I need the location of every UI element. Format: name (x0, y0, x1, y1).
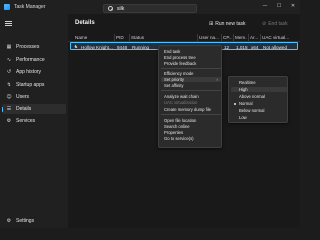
run-task-icon: ⊞ (209, 20, 214, 27)
details-icon: ☰ (6, 106, 12, 112)
sidebar-item-processes[interactable]: ▦ Processes (2, 42, 66, 52)
hollow-knight-icon: ♞ (74, 44, 79, 50)
column-header-cpu[interactable]: CP... (223, 35, 232, 40)
priority-normal[interactable]: Normal (239, 101, 253, 106)
run-new-task-button[interactable]: ⊞ Run new task (209, 19, 246, 28)
search-input[interactable]: silk (117, 6, 124, 12)
task-manager-icon (4, 4, 10, 10)
column-header-pid[interactable]: PID (116, 35, 128, 40)
menu-item-end-process-tree[interactable]: End process tree (164, 55, 196, 60)
sidebar-item-details[interactable]: ☰ Details (2, 104, 66, 114)
close-button[interactable]: ✕ (286, 0, 300, 12)
maximize-button[interactable]: ☐ (272, 0, 286, 12)
menu-item-analyze-wait-chain[interactable]: Analyze wait chain (164, 94, 199, 99)
cell-pid: 9448 (117, 44, 128, 50)
priority-realtime[interactable]: Realtime (239, 80, 256, 85)
sidebar-item-performance[interactable]: ∿ Performance (2, 55, 66, 65)
run-new-task-label: Run new task (215, 20, 246, 27)
menu-item-search-online[interactable]: Search online (164, 124, 190, 129)
page-title: Details (75, 20, 95, 26)
sidebar-item-services[interactable]: ⚙ Services (2, 116, 66, 126)
priority-above-normal[interactable]: Above normal (239, 94, 265, 99)
sidebar-item-label: Settings (16, 218, 35, 224)
column-header-memory[interactable]: Mem... (235, 35, 247, 40)
settings-icon: ⚙ (6, 218, 12, 224)
search-icon (108, 6, 113, 11)
priority-low[interactable]: Low (239, 115, 247, 120)
menu-item-end-task[interactable]: End task (164, 49, 180, 54)
cell-cpu: 12 (224, 44, 230, 50)
sidebar-item-label: App history (16, 69, 42, 75)
sidebar-item-users[interactable]: ☺ Users (2, 92, 66, 102)
column-divider[interactable] (233, 34, 234, 41)
end-task-icon: ⊘ (262, 20, 267, 27)
priority-submenu: Realtime High Above normal Normal Below … (228, 76, 288, 123)
menu-item-set-affinity[interactable]: Set affinity (164, 83, 183, 88)
cell-architecture: x64 (251, 44, 259, 50)
minimize-button[interactable]: — (258, 0, 272, 12)
sidebar: ▦ Processes ∿ Performance ↺ App history … (0, 14, 68, 228)
menu-item-properties[interactable]: Properties (164, 130, 183, 135)
users-icon: ☺ (6, 94, 12, 100)
column-header-name[interactable]: Name (75, 35, 113, 40)
menu-item-go-to-services[interactable]: Go to service(s) (164, 136, 194, 141)
sidebar-item-label: Processes (16, 44, 40, 50)
priority-high[interactable]: High (231, 87, 287, 92)
sidebar-item-label: Performance (16, 57, 45, 63)
end-task-button[interactable]: ⊘ End task (262, 19, 288, 28)
sidebar-item-app-history[interactable]: ↺ App history (2, 67, 66, 77)
search-box[interactable]: silk (103, 4, 197, 13)
menu-separator (161, 114, 221, 115)
sidebar-item-label: Users (16, 94, 30, 100)
column-header-status[interactable]: Status (131, 35, 191, 40)
column-divider[interactable] (221, 34, 222, 41)
menu-item-uac-virtualization: UAC virtualization (164, 100, 198, 105)
app-title: Task Manager (14, 4, 46, 10)
cell-memory: 1,018,... (236, 44, 248, 50)
column-divider[interactable] (260, 34, 261, 41)
column-header-user[interactable]: User na... (199, 35, 220, 40)
priority-below-normal[interactable]: Below normal (239, 108, 264, 113)
column-header-architecture[interactable]: Ar... (250, 35, 259, 40)
menu-item-label: Set priority (164, 77, 185, 82)
menu-item-set-priority[interactable]: Set priority › (161, 77, 221, 82)
sidebar-item-label: Services (16, 118, 36, 124)
context-menu: End task End process tree Provide feedba… (158, 45, 222, 148)
column-header-uac[interactable]: UAC virtual... (262, 35, 298, 40)
column-divider[interactable] (197, 34, 198, 41)
menu-separator (161, 90, 221, 91)
performance-icon: ∿ (6, 57, 12, 63)
menu-item-efficiency-mode[interactable]: Efficiency mode (164, 71, 193, 76)
history-icon: ↺ (6, 69, 12, 75)
sidebar-item-label: Startup apps (16, 82, 45, 88)
menu-item-create-memory-dump[interactable]: Create memory dump file (164, 107, 211, 112)
menu-icon[interactable] (5, 21, 12, 26)
sidebar-item-startup-apps[interactable]: ↯ Startup apps (2, 80, 66, 90)
grid-icon: ▦ (6, 44, 12, 50)
window-controls: — ☐ ✕ (258, 0, 300, 12)
startup-icon: ↯ (6, 82, 12, 88)
selected-bullet-icon (234, 102, 236, 105)
chevron-right-icon: › (216, 77, 218, 82)
menu-separator (161, 68, 221, 69)
end-task-label: End task (268, 20, 288, 27)
column-divider[interactable] (129, 34, 130, 41)
services-icon: ⚙ (6, 118, 12, 124)
sidebar-item-label: Details (16, 106, 32, 112)
cell-uac: Not allowed (263, 44, 288, 50)
column-divider[interactable] (114, 34, 115, 41)
sidebar-item-settings[interactable]: ⚙ Settings (2, 216, 66, 226)
menu-item-open-file-location[interactable]: Open file location (164, 118, 196, 123)
cell-name: Hollow Knight... (81, 44, 113, 50)
menu-item-provide-feedback[interactable]: Provide feedback (164, 61, 196, 66)
table-header: Name PID Status User na... CP... Mem... … (68, 33, 300, 42)
column-divider[interactable] (248, 34, 249, 41)
